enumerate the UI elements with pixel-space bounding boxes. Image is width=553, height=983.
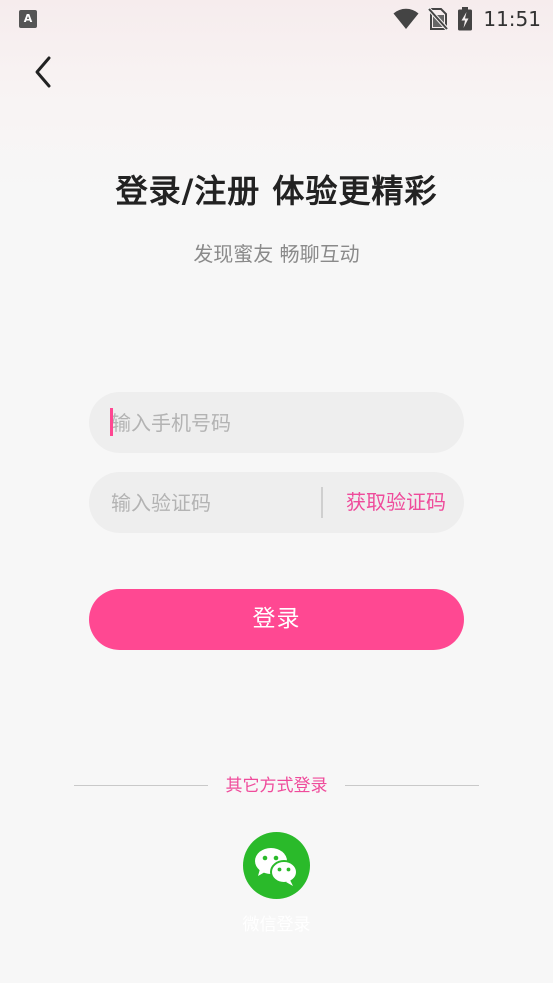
phone-field[interactable] [89, 392, 464, 453]
status-bar: A 11:51 [0, 0, 553, 38]
wechat-icon [255, 848, 298, 886]
text-caret [110, 408, 113, 436]
status-time: 11:51 [483, 7, 541, 31]
wechat-login-label: 微信登录 [242, 915, 311, 935]
page-title: 登录/注册 体验更精彩 [115, 172, 438, 210]
code-field[interactable]: 获取验证码 [89, 472, 464, 533]
login-button[interactable]: 登录 [89, 589, 464, 650]
wifi-icon [393, 8, 419, 30]
battery-charging-icon [457, 7, 473, 31]
other-login-label: 其它方式登录 [225, 776, 328, 796]
page-subtitle: 发现蜜友 畅聊互动 [193, 242, 360, 266]
chevron-left-icon [35, 56, 51, 88]
no-sim-icon [427, 7, 450, 31]
code-input[interactable] [111, 472, 311, 533]
wechat-login-button[interactable] [243, 832, 310, 899]
get-code-button[interactable]: 获取验证码 [346, 472, 446, 533]
divider-line-right [345, 785, 479, 786]
code-divider [321, 487, 323, 518]
status-icons: 11:51 [385, 6, 541, 32]
phone-input[interactable] [111, 392, 441, 453]
status-app-icon: A [19, 10, 37, 28]
back-button[interactable] [26, 54, 60, 90]
other-login-divider: 其它方式登录 [0, 774, 553, 798]
